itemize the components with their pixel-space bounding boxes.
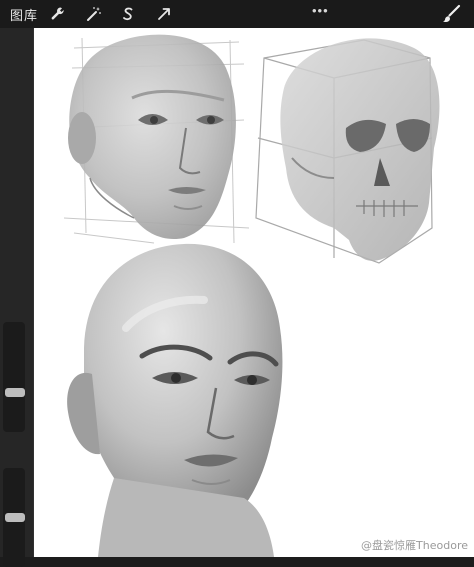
selection-icon[interactable] <box>118 4 138 24</box>
left-sidebar <box>0 28 34 567</box>
drawing-canvas[interactable] <box>34 28 474 557</box>
skull-sketch <box>255 38 440 264</box>
opacity-knob[interactable] <box>5 513 25 522</box>
magic-wand-icon[interactable] <box>84 4 104 24</box>
transform-arrow-icon[interactable] <box>154 4 174 24</box>
anatomy-sketch <box>63 34 440 557</box>
gallery-button[interactable]: 图库 <box>10 5 38 24</box>
brush-size-knob[interactable] <box>5 388 25 397</box>
watermark-text: @盘瓷惊雁Theodore <box>361 539 468 552</box>
opacity-slider[interactable] <box>3 468 25 567</box>
rendered-head-painting <box>67 243 283 557</box>
more-options-icon[interactable]: ••• <box>312 3 329 18</box>
brush-size-slider[interactable] <box>3 322 25 432</box>
brush-icon[interactable] <box>440 3 462 25</box>
wrench-icon[interactable] <box>48 4 68 24</box>
planar-head-sketch <box>63 34 250 244</box>
top-toolbar: 图库 ••• <box>0 0 474 28</box>
